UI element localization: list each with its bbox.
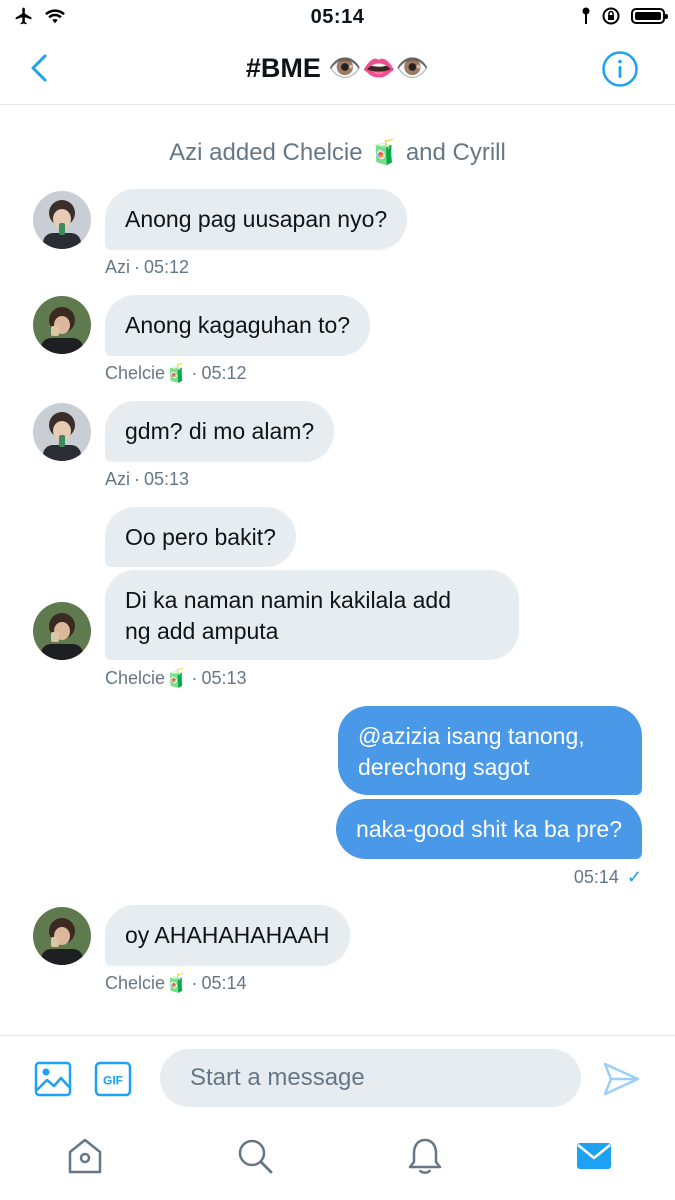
message-time: 05:13 xyxy=(144,469,190,489)
message-text: Anong pag uusapan nyo? xyxy=(125,206,388,232)
avatar-azi[interactable] xyxy=(33,191,91,249)
meta-separator: · xyxy=(191,363,198,383)
image-icon[interactable] xyxy=(34,1060,72,1098)
home-icon[interactable] xyxy=(64,1135,106,1177)
sent-check-icon: ✓ xyxy=(626,867,642,887)
message-text: gdm? di mo alam? xyxy=(125,418,315,444)
message-bubble[interactable]: Anong kagaguhan to? xyxy=(105,295,371,356)
avatar-azi[interactable] xyxy=(33,403,91,461)
message-text-line: @azizia isang tanong, xyxy=(358,723,585,749)
message-meta: Azi · 05:13 xyxy=(105,469,189,490)
location-icon xyxy=(582,7,590,24)
message-meta: Chelcie🧃 · 05:12 xyxy=(105,363,247,384)
sender-name: Azi xyxy=(105,257,131,277)
outgoing-message-bubble[interactable]: @azizia isang tanong, derechong sagot xyxy=(338,706,642,795)
message-text: oy AHAHAHAHAAH xyxy=(125,922,330,948)
message-bubble[interactable]: gdm? di mo alam? xyxy=(105,401,335,462)
message-bubble[interactable]: Anong pag uusapan nyo? xyxy=(105,189,408,250)
message-text-line: Di ka naman namin kakilala add xyxy=(125,587,452,613)
info-button[interactable] xyxy=(601,50,639,88)
message-text: Oo pero bakit? xyxy=(125,524,276,550)
outgoing-message-bubble[interactable]: naka-good shit ka ba pre? xyxy=(336,799,642,859)
message-meta: Azi · 05:12 xyxy=(105,257,189,278)
message-meta: Chelcie🧃 · 05:14 xyxy=(105,973,247,994)
send-icon[interactable] xyxy=(600,1058,642,1100)
message-bubble[interactable]: Oo pero bakit? xyxy=(105,507,296,567)
avatar-chelcie[interactable] xyxy=(33,296,91,354)
status-right xyxy=(581,6,668,26)
message-composer: GIF xyxy=(0,1035,675,1124)
meta-separator: · xyxy=(191,973,198,993)
conversation-title: #BME 👁️👄👁️ xyxy=(245,53,430,83)
avatar-chelcie[interactable] xyxy=(33,907,91,965)
avatar-chelcie[interactable] xyxy=(33,602,91,660)
sender-name: Chelcie🧃 xyxy=(105,668,188,688)
rotation-lock-icon xyxy=(602,7,620,25)
system-message: Azi added Chelcie 🧃 and Cyrill xyxy=(169,139,506,166)
meta-separator: · xyxy=(134,257,141,277)
conversation-header: #BME 👁️👄👁️ xyxy=(0,36,675,105)
outgoing-message-meta: 05:14 ✓ xyxy=(574,867,642,888)
search-icon[interactable] xyxy=(234,1135,276,1177)
message-time: 05:12 xyxy=(201,363,247,383)
message-time: 05:12 xyxy=(144,257,190,277)
message-text-line: derechong sagot xyxy=(358,754,530,780)
meta-separator: · xyxy=(191,668,198,688)
message-text-line: ng add amputa xyxy=(125,618,279,644)
bell-icon[interactable] xyxy=(404,1135,446,1177)
message-meta: Chelcie🧃 · 05:13 xyxy=(105,668,247,689)
message-bubble[interactable]: Di ka naman namin kakilala add ng add am… xyxy=(105,570,519,660)
status-time: 05:14 xyxy=(310,6,365,28)
message-time: 05:14 xyxy=(573,867,619,887)
sender-name: Chelcie🧃 xyxy=(105,973,188,993)
sender-name: Azi xyxy=(105,469,131,489)
message-bubble[interactable]: oy AHAHAHAHAAH xyxy=(105,905,350,966)
sender-name: Chelcie🧃 xyxy=(105,363,188,383)
gif-icon[interactable]: GIF xyxy=(94,1060,132,1098)
svg-text:GIF: GIF xyxy=(103,1074,123,1088)
message-input[interactable] xyxy=(160,1049,581,1107)
message-text: Anong kagaguhan to? xyxy=(125,312,351,338)
message-time: 05:14 xyxy=(201,973,247,993)
tab-bar xyxy=(0,1123,675,1200)
battery-icon xyxy=(631,8,668,24)
message-time: 05:13 xyxy=(201,668,247,688)
meta-separator: · xyxy=(134,469,141,489)
status-bar: 05:14 xyxy=(0,0,675,36)
envelope-icon[interactable] xyxy=(573,1135,615,1177)
message-text: naka-good shit ka ba pre? xyxy=(356,816,622,842)
